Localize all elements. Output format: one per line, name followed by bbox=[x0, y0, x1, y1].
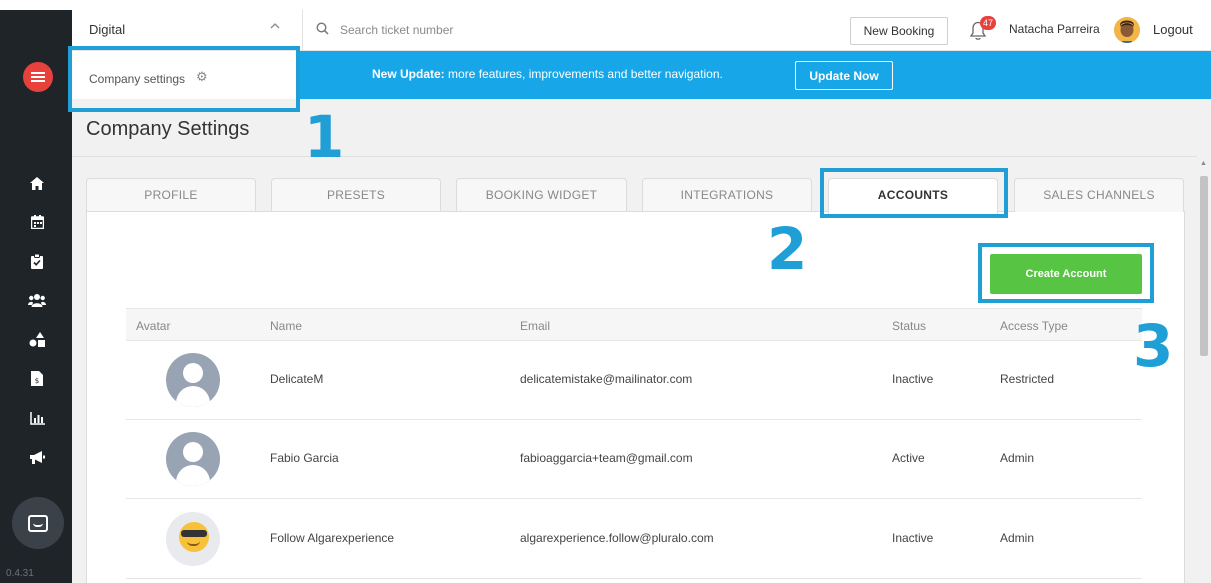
search-icon bbox=[316, 22, 329, 35]
account-email: algarexperience.follow@pluralo.com bbox=[520, 531, 714, 545]
user-avatar[interactable] bbox=[1114, 17, 1140, 43]
column-status: Status bbox=[892, 319, 927, 333]
tab-integrations[interactable]: INTEGRATIONS bbox=[642, 178, 812, 212]
top-strip bbox=[72, 0, 1211, 10]
menu-logo-icon[interactable] bbox=[23, 62, 53, 92]
banner-message: New Update: more features, improvements … bbox=[372, 67, 723, 81]
highlight-accounts-tab bbox=[820, 168, 1008, 218]
home-icon[interactable] bbox=[28, 174, 46, 192]
account-access-type: Admin bbox=[1000, 531, 1035, 545]
invoice-icon[interactable]: $ bbox=[28, 369, 46, 387]
banner-body: more features, improvements and better n… bbox=[444, 67, 723, 81]
new-booking-button[interactable]: New Booking bbox=[850, 17, 948, 45]
account-name: Fabio Garcia bbox=[270, 451, 339, 465]
app-version: 0.4.31 bbox=[6, 568, 34, 579]
svg-text:$: $ bbox=[35, 377, 39, 385]
account-name: DelicateM bbox=[270, 372, 324, 386]
step-3-marker: 3 bbox=[1133, 312, 1174, 380]
account-access-type: Admin bbox=[1000, 451, 1035, 465]
scroll-up-arrow-icon[interactable]: ▲ bbox=[1200, 160, 1207, 167]
chat-icon[interactable] bbox=[12, 497, 64, 549]
account-status: Active bbox=[892, 451, 925, 465]
logout-link[interactable]: Logout bbox=[1153, 22, 1193, 37]
highlight-create-account bbox=[978, 243, 1154, 303]
sunglasses-emoji-avatar bbox=[166, 512, 220, 566]
step-1-marker: 1 bbox=[304, 103, 345, 171]
clipboard-check-icon[interactable] bbox=[28, 252, 46, 270]
tab-booking-widget[interactable]: BOOKING WIDGET bbox=[456, 178, 627, 212]
update-now-button[interactable]: Update Now bbox=[795, 61, 893, 90]
left-sidebar: $ 0.4.31 bbox=[0, 0, 72, 583]
default-avatar-icon bbox=[166, 432, 220, 486]
shapes-icon[interactable] bbox=[28, 330, 46, 348]
tab-profile[interactable]: PROFILE bbox=[86, 178, 256, 212]
topbar-divider bbox=[302, 10, 303, 51]
column-email: Email bbox=[520, 319, 551, 333]
chevron-up-icon[interactable] bbox=[270, 21, 280, 32]
user-name[interactable]: Natacha Parreira bbox=[1009, 22, 1100, 36]
table-row[interactable]: Follow Algarexperience algarexperience.f… bbox=[126, 500, 1142, 579]
page-title: Company Settings bbox=[86, 118, 250, 140]
calendar-icon[interactable] bbox=[28, 213, 46, 231]
sidebar-top-strip bbox=[0, 0, 72, 10]
title-divider bbox=[72, 156, 1197, 157]
vertical-scrollbar[interactable]: ▲ bbox=[1197, 156, 1211, 583]
accounts-table-header: Avatar Name Email Status Access Type bbox=[126, 308, 1142, 341]
tab-sales-channels[interactable]: SALES CHANNELS bbox=[1014, 178, 1184, 212]
search-input[interactable] bbox=[340, 19, 640, 41]
users-icon[interactable] bbox=[28, 291, 46, 309]
scrollbar-thumb[interactable] bbox=[1200, 176, 1208, 356]
account-access-type: Restricted bbox=[1000, 372, 1055, 386]
account-email: fabioaggarcia+team@gmail.com bbox=[520, 451, 693, 465]
account-status: Inactive bbox=[892, 372, 934, 386]
notification-badge: 47 bbox=[980, 16, 996, 30]
column-avatar: Avatar bbox=[136, 319, 171, 333]
column-access-type: Access Type bbox=[1000, 319, 1068, 333]
highlight-company-settings bbox=[68, 46, 300, 112]
default-avatar-icon bbox=[166, 353, 220, 407]
account-email: delicatemistake@mailinator.com bbox=[520, 372, 693, 386]
column-name: Name bbox=[270, 319, 303, 333]
account-name: Follow Algarexperience bbox=[270, 531, 395, 545]
table-row[interactable]: Fabio Garcia fabioaggarcia+team@gmail.co… bbox=[126, 420, 1142, 499]
step-2-marker: 2 bbox=[767, 215, 808, 283]
tab-presets[interactable]: PRESETS bbox=[271, 178, 441, 212]
account-status: Inactive bbox=[892, 531, 934, 545]
bar-chart-icon[interactable] bbox=[28, 409, 46, 427]
top-bar: Digital New Booking 47 Natacha Parreira … bbox=[72, 10, 1211, 51]
workspace-selector[interactable]: Digital bbox=[89, 22, 125, 37]
megaphone-icon[interactable] bbox=[28, 448, 46, 466]
banner-headline: New Update: bbox=[372, 67, 445, 81]
table-row[interactable]: DelicateM delicatemistake@mailinator.com… bbox=[126, 341, 1142, 420]
